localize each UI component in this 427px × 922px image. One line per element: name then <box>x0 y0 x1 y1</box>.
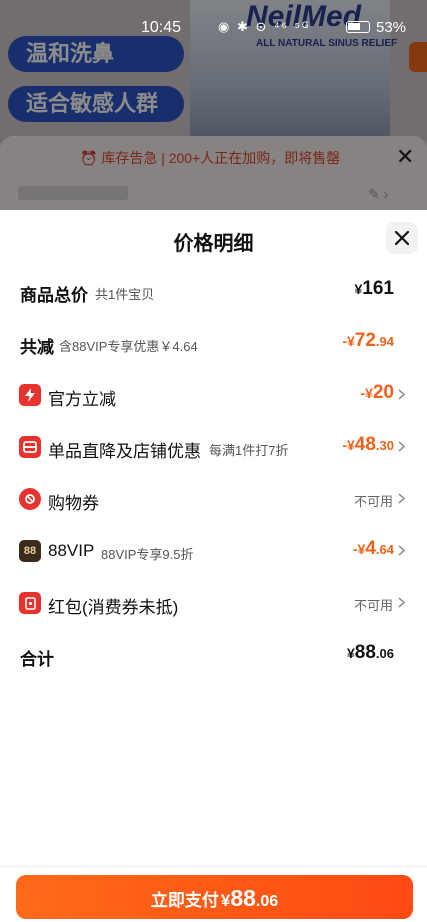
row-subtext: 共1件宝贝 <box>95 287 155 302</box>
vip-icon: 88 <box>19 540 41 562</box>
pay-currency: ¥ <box>220 891 231 910</box>
pay-label: 立即支付 <box>150 891 219 910</box>
total-price-amount: ¥161 <box>354 278 395 299</box>
chevron-right-icon <box>398 493 405 504</box>
official-discount-amount: -¥20 <box>360 382 394 403</box>
chevron-right-icon <box>398 597 405 608</box>
status-icons: ◉ ✱ ⊙ ⁴⁶ ⁵ᴳ <box>218 19 311 34</box>
battery-icon <box>346 21 370 33</box>
row-status: 不可用 <box>353 494 393 509</box>
store-discount-amount: -¥48.30 <box>342 434 394 455</box>
row-label: 合计 <box>20 650 54 669</box>
close-icon <box>395 231 409 245</box>
red-packet-icon <box>19 592 41 614</box>
row-label: 红包(消费券未抵) <box>48 598 179 617</box>
coupon-icon <box>19 488 41 510</box>
row-official-discount[interactable]: 官方立减 -¥20 <box>0 376 427 416</box>
row-red-packet[interactable]: 红包(消费券未抵) 不可用 <box>0 584 427 624</box>
chevron-right-icon <box>398 545 405 556</box>
row-label: 共减 <box>20 338 54 357</box>
sheet-title: 价格明细 <box>173 233 254 255</box>
store-icon <box>19 436 41 458</box>
lightning-icon <box>19 384 41 406</box>
row-label: 购物券 <box>48 494 99 513</box>
discount-amount: -¥72.94 <box>342 330 394 351</box>
row-total-price: 商品总价 共1件宝贝 ¥161 <box>0 272 427 312</box>
row-88vip[interactable]: 88 88VIP 88VIP专享9.5折 -¥4.64 <box>0 532 427 572</box>
row-subtext: 每满1件打7折 <box>209 443 289 458</box>
row-status: 不可用 <box>353 598 393 613</box>
chevron-right-icon <box>398 389 405 400</box>
battery-percent: 53% <box>376 19 407 36</box>
row-label: 88VIP <box>48 541 95 560</box>
row-store-discount[interactable]: 单品直降及店铺优惠 每满1件打7折 -¥48.30 <box>0 428 427 468</box>
overlay-dim <box>0 136 427 210</box>
divider <box>0 866 427 867</box>
status-bar: 10:45 ◉ ✱ ⊙ ⁴⁶ ⁵ᴳ 53% <box>0 0 427 40</box>
row-sum: 合计 ¥88.06 <box>0 636 427 676</box>
close-button[interactable] <box>386 222 418 254</box>
pay-amount-dec: .06 <box>255 893 279 910</box>
chevron-right-icon <box>398 441 405 452</box>
pay-now-button[interactable]: 立即支付 ¥ 88 .06 <box>16 875 413 919</box>
row-subtext: 含88VIP专享优惠￥4.64 <box>59 339 198 354</box>
row-total-discount: 共减 含88VIP专享优惠￥4.64 -¥72.94 <box>0 324 427 364</box>
sum-amount: ¥88.06 <box>346 642 394 663</box>
vip-discount-amount: -¥4.64 <box>352 538 394 559</box>
pay-amount-int: 88 <box>230 885 256 911</box>
row-shopping-coupon[interactable]: 购物券 不可用 <box>0 480 427 520</box>
row-label: 单品直降及店铺优惠 <box>48 442 201 461</box>
row-label: 商品总价 <box>20 286 88 305</box>
price-detail-sheet: 价格明细 商品总价 共1件宝贝 ¥161 共减 含88VIP专享优惠￥4.64 … <box>0 210 427 922</box>
row-subtext: 88VIP专享9.5折 <box>101 547 194 562</box>
row-label: 官方立减 <box>48 390 116 409</box>
status-time: 10:45 <box>141 19 182 36</box>
